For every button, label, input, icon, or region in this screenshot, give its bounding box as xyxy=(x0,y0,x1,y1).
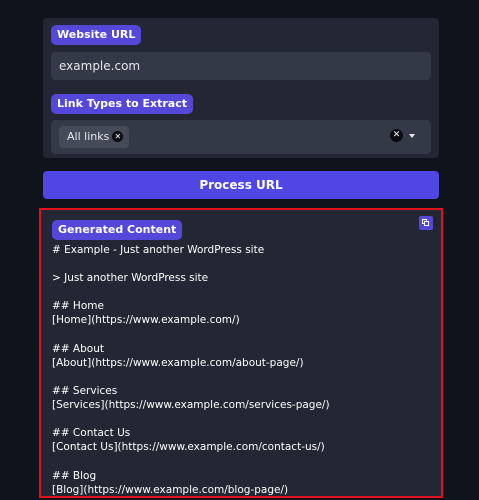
content-line xyxy=(52,370,432,384)
content-line: [Home](https://www.example.com/) xyxy=(52,314,240,327)
content-line xyxy=(52,412,432,426)
content-line: ## Contact Us xyxy=(52,427,131,440)
link-types-select[interactable]: All links ✕ ✕ xyxy=(51,120,431,154)
website-url-label: Website URL xyxy=(51,25,142,45)
content-line xyxy=(52,285,432,299)
content-line: [Services](https://www.example.com/servi… xyxy=(52,399,330,412)
generated-content-text: # Example - Just another WordPress site … xyxy=(52,243,432,496)
clear-icon[interactable]: ✕ xyxy=(390,129,403,142)
selected-link-type-chip[interactable]: All links ✕ xyxy=(59,126,130,148)
content-line xyxy=(52,257,432,271)
content-line: # Example - Just another WordPress site xyxy=(52,244,265,256)
content-line: ## Blog xyxy=(52,469,97,482)
chip-close-icon[interactable]: ✕ xyxy=(112,131,124,142)
website-url-value: example.com xyxy=(59,59,141,73)
content-line: ## Services xyxy=(52,384,118,397)
content-line: > Just another WordPress site xyxy=(52,272,209,285)
generated-content-panel: Generated Content # Example - Just anoth… xyxy=(39,208,443,498)
process-url-button[interactable]: Process URL xyxy=(43,171,439,199)
content-line: [Contact Us](https://www.example.com/con… xyxy=(52,441,325,454)
content-line: [Blog](https://www.example.com/blog-page… xyxy=(52,483,289,496)
input-panel: Website URL example.com Link Types to Ex… xyxy=(43,18,439,158)
copy-icon[interactable] xyxy=(419,216,433,230)
content-line xyxy=(52,328,432,342)
content-line: ## Home xyxy=(52,300,104,313)
content-line xyxy=(52,454,432,468)
generated-content-label: Generated Content xyxy=(52,220,183,240)
selected-link-type-label: All links xyxy=(67,130,110,143)
content-line: ## About xyxy=(52,342,104,355)
chevron-down-icon[interactable] xyxy=(409,134,415,138)
link-types-label: Link Types to Extract xyxy=(51,94,193,114)
website-url-input[interactable]: example.com xyxy=(51,52,431,80)
content-line: [About](https://www.example.com/about-pa… xyxy=(52,356,304,369)
